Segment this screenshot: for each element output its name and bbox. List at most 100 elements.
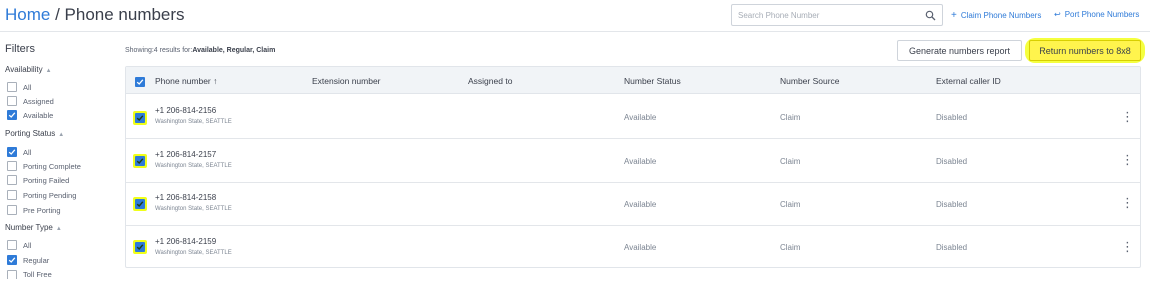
results-filters: Available, Regular, Claim xyxy=(192,47,276,54)
status-cell: Available xyxy=(624,157,657,166)
filter-group-number-type[interactable]: Number Type ▲ xyxy=(5,223,62,232)
column-header-number-status[interactable]: Number Status xyxy=(624,76,681,86)
filter-option-label: Porting Complete xyxy=(23,161,81,171)
source-cell: Claim xyxy=(780,243,801,252)
row-menu-kebab-icon[interactable]: ⋮ xyxy=(1121,153,1134,166)
checkbox-checked[interactable] xyxy=(7,255,17,265)
filter-option-toll-free[interactable]: Toll Free xyxy=(7,270,52,279)
checkbox[interactable] xyxy=(7,96,17,106)
row-divider xyxy=(126,182,1140,183)
checkbox-checked[interactable] xyxy=(7,147,17,157)
filter-option-label: Porting Pending xyxy=(23,190,77,200)
checkbox[interactable] xyxy=(7,270,17,279)
phone-location: Washington State, SEATTLE xyxy=(155,119,232,125)
filter-option-label: Available xyxy=(23,110,54,120)
checkbox-checked[interactable] xyxy=(7,110,17,120)
filter-option-porting-failed[interactable]: Porting Failed xyxy=(7,175,69,185)
filters-title: Filters xyxy=(5,43,35,55)
sort-arrow-up-icon: ↑ xyxy=(213,76,218,86)
filter-group-title: Availability xyxy=(5,65,43,74)
source-cell: Claim xyxy=(780,113,801,122)
checkbox[interactable] xyxy=(7,205,17,215)
port-arrow-icon: ↩ xyxy=(1054,10,1061,19)
filter-group-porting-status[interactable]: Porting Status ▲ xyxy=(5,129,64,138)
results-summary: Showing:4 results for:Available, Regular… xyxy=(125,47,275,54)
filter-option-label: Regular xyxy=(23,255,50,265)
filter-option-pre-porting[interactable]: Pre Porting xyxy=(7,205,61,215)
header-divider xyxy=(0,31,1150,32)
breadcrumb-separator: / xyxy=(50,5,65,24)
row-checkbox[interactable] xyxy=(135,113,145,123)
checkbox[interactable] xyxy=(7,161,17,171)
caller-id-cell: Disabled xyxy=(936,113,968,122)
column-header-phone-number[interactable]: Phone number ↑ xyxy=(155,76,217,86)
row-checkbox[interactable] xyxy=(135,199,145,209)
row-divider xyxy=(126,225,1140,226)
status-cell: Available xyxy=(624,243,657,252)
column-label: Phone number xyxy=(155,76,211,86)
filter-option-label: All xyxy=(23,147,32,157)
filter-option-label: All xyxy=(23,82,32,92)
claim-phone-numbers-label: Claim Phone Numbers xyxy=(960,11,1042,20)
filter-option-regular[interactable]: Regular xyxy=(7,255,49,265)
filter-option-label: All xyxy=(23,240,32,250)
row-menu-kebab-icon[interactable]: ⋮ xyxy=(1121,196,1134,209)
results-prefix: Showing:4 results for: xyxy=(125,47,193,54)
row-checkbox[interactable] xyxy=(135,242,145,252)
status-cell: Available xyxy=(624,200,657,209)
phone-location: Washington State, SEATTLE xyxy=(155,250,232,256)
caret-up-icon: ▲ xyxy=(58,132,65,138)
filter-option-porting-pending[interactable]: Porting Pending xyxy=(7,190,76,200)
filter-group-availability[interactable]: Availability ▲ xyxy=(5,65,52,74)
filter-option-availability-all[interactable]: All xyxy=(7,82,31,92)
row-divider xyxy=(126,138,1140,139)
column-header-external-caller-id[interactable]: External caller ID xyxy=(936,76,1001,86)
claim-phone-numbers-link[interactable]: + Claim Phone Numbers xyxy=(951,10,1041,21)
filter-option-type-all[interactable]: All xyxy=(7,240,31,250)
source-cell: Claim xyxy=(780,157,801,166)
caret-up-icon: ▲ xyxy=(45,68,52,74)
checkbox[interactable] xyxy=(7,240,17,250)
caret-up-icon: ▲ xyxy=(55,226,62,232)
row-menu-kebab-icon[interactable]: ⋮ xyxy=(1121,240,1134,253)
source-cell: Claim xyxy=(780,200,801,209)
generate-report-button[interactable]: Generate numbers report xyxy=(897,40,1022,61)
filter-option-label: Assigned xyxy=(23,96,54,106)
phone-location: Washington State, SEATTLE xyxy=(155,206,232,212)
select-all-checkbox[interactable] xyxy=(135,77,145,87)
filter-option-porting-all[interactable]: All xyxy=(7,147,31,157)
phone-number[interactable]: +1 206-814-2159 xyxy=(155,237,216,246)
phone-number[interactable]: +1 206-814-2158 xyxy=(155,193,216,202)
breadcrumb: Home / Phone numbers xyxy=(5,5,185,25)
phone-location: Washington State, SEATTLE xyxy=(155,163,232,169)
plus-icon: + xyxy=(951,10,957,21)
row-checkbox[interactable] xyxy=(135,156,145,166)
column-header-assigned-to[interactable]: Assigned to xyxy=(468,76,512,86)
checkbox[interactable] xyxy=(7,82,17,92)
search-input[interactable] xyxy=(732,5,912,26)
filter-option-label: Pre Porting xyxy=(23,205,61,215)
phone-number[interactable]: +1 206-814-2157 xyxy=(155,150,216,159)
filter-option-porting-complete[interactable]: Porting Complete xyxy=(7,161,81,171)
phone-number[interactable]: +1 206-814-2156 xyxy=(155,106,216,115)
breadcrumb-home-link[interactable]: Home xyxy=(5,5,50,24)
port-phone-numbers-link[interactable]: ↩ Port Phone Numbers xyxy=(1054,10,1139,19)
row-menu-kebab-icon[interactable]: ⋮ xyxy=(1121,110,1134,123)
status-cell: Available xyxy=(624,113,657,122)
search-box xyxy=(731,4,943,26)
search-icon[interactable] xyxy=(925,8,936,26)
filter-option-assigned[interactable]: Assigned xyxy=(7,96,54,106)
caller-id-cell: Disabled xyxy=(936,157,968,166)
checkbox[interactable] xyxy=(7,175,17,185)
numbers-table xyxy=(125,66,1141,268)
filter-group-title: Number Type xyxy=(5,223,53,232)
column-header-extension[interactable]: Extension number xyxy=(312,76,381,86)
column-header-number-source[interactable]: Number Source xyxy=(780,76,840,86)
checkbox[interactable] xyxy=(7,190,17,200)
port-phone-numbers-label: Port Phone Numbers xyxy=(1064,10,1140,19)
caller-id-cell: Disabled xyxy=(936,200,968,209)
caller-id-cell: Disabled xyxy=(936,243,968,252)
filter-option-available[interactable]: Available xyxy=(7,110,53,120)
filter-option-label: Porting Failed xyxy=(23,175,70,185)
return-numbers-button[interactable]: Return numbers to 8x8 xyxy=(1029,40,1141,61)
